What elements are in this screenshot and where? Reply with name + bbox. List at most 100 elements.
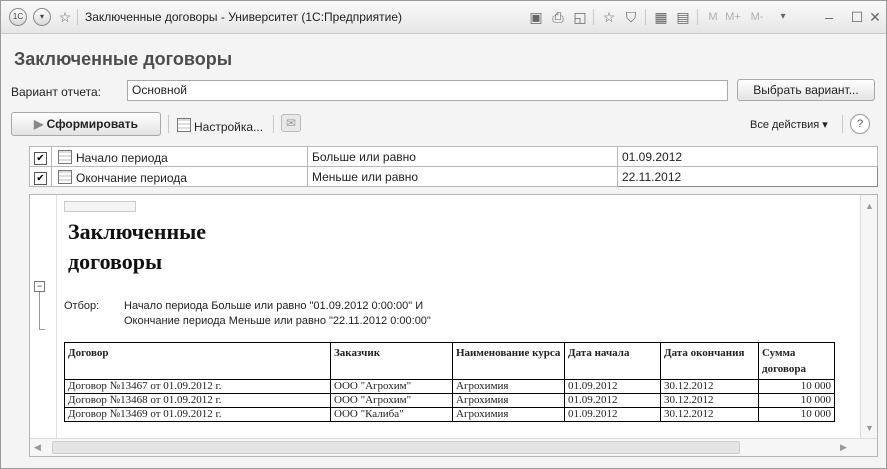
report-document[interactable]: − Заключенные договоры Отбор: Начало пер… (29, 194, 878, 457)
report-header-cell (64, 201, 136, 212)
cell-contract[interactable]: Договор №13469 от 01.09.2012 г. (64, 407, 331, 422)
calendar-icon[interactable]: ▤ (673, 7, 693, 27)
divider (645, 9, 646, 25)
scroll-right-icon[interactable]: ▶ (840, 442, 847, 453)
divider (842, 115, 843, 133)
divider (168, 115, 169, 133)
generate-label: Сформировать (46, 117, 138, 131)
cell-contract[interactable]: Договор №13468 от 01.09.2012 г. (64, 393, 331, 408)
app-logo-icon[interactable]: 1С (9, 8, 27, 26)
filter-field-icon (58, 170, 72, 184)
filter-row[interactable]: ✔ Окончание периода Меньше или равно 22.… (29, 166, 878, 187)
filter-name-cell: Окончание периода (51, 166, 308, 187)
variant-label: Вариант отчета: (11, 85, 101, 99)
divider (273, 115, 274, 133)
cell-end-date[interactable]: 30.12.2012 (660, 379, 759, 394)
divider (593, 9, 594, 25)
report-filter-line: Окончание периода Меньше или равно "22.1… (124, 315, 431, 327)
contracts-table: Договор Заказчик Наименование курса Дата… (64, 342, 835, 422)
scroll-down-icon[interactable]: ▼ (865, 423, 874, 433)
title-bar: 1С ▾ ☆ Заключенные договоры - Университе… (1, 1, 886, 34)
table-header-row: Договор Заказчик Наименование курса Дата… (64, 342, 835, 380)
window-title: Заключенные договоры - Университет (1С:П… (85, 10, 402, 24)
variant-field[interactable]: Основной (127, 80, 728, 101)
close-button[interactable]: ✕ (865, 7, 885, 27)
memory-m-button[interactable]: M (703, 7, 723, 27)
save-icon[interactable]: ▣ (526, 7, 546, 27)
column-header: Сумма договора (758, 342, 835, 380)
filter-checkbox[interactable]: ✔ (34, 152, 47, 165)
cell-course[interactable]: Агрохимия (452, 393, 565, 408)
report-title-line: договоры (68, 249, 163, 274)
cell-customer[interactable]: ООО "Агрохим" (330, 379, 453, 394)
menu-arrow-icon[interactable]: ▾ (33, 8, 51, 26)
horizontal-scrollbar[interactable]: ◀ ▶ (30, 438, 877, 456)
settings-button[interactable]: Настройка... (177, 117, 263, 134)
settings-icon (177, 118, 191, 132)
cell-start-date[interactable]: 01.09.2012 (564, 379, 661, 394)
filter-name-cell: Начало периода (51, 146, 308, 167)
divider (697, 9, 698, 25)
cell-start-date[interactable]: 01.09.2012 (564, 393, 661, 408)
column-header: Наименование курса (452, 342, 565, 380)
vertical-scrollbar[interactable]: ▲ ▼ (860, 195, 877, 440)
filter-name: Окончание периода (76, 171, 187, 185)
print-icon[interactable]: ⎙ (548, 7, 568, 27)
cell-amount[interactable]: 10 000 (758, 407, 835, 422)
grouping-gutter: − (30, 195, 57, 456)
cell-amount[interactable]: 10 000 (758, 393, 835, 408)
filter-condition[interactable]: Меньше или равно (307, 166, 618, 187)
filter-field-icon (58, 150, 72, 164)
filter-checkbox[interactable]: ✔ (34, 172, 47, 185)
cell-start-date[interactable]: 01.09.2012 (564, 407, 661, 422)
star-icon[interactable]: ☆ (55, 7, 75, 27)
favorite-icon[interactable]: ☆ (599, 7, 619, 27)
preview-icon[interactable]: ◱ (570, 7, 590, 27)
play-icon: ▶ (34, 117, 47, 131)
filter-checkbox-cell[interactable]: ✔ (29, 146, 52, 167)
cell-contract[interactable]: Договор №13467 от 01.09.2012 г. (64, 379, 331, 394)
table-row[interactable]: Договор №13468 от 01.09.2012 г. ООО "Агр… (64, 393, 835, 408)
scroll-up-icon[interactable]: ▲ (865, 201, 874, 211)
maximize-button[interactable]: ☐ (847, 7, 867, 27)
dropdown-icon[interactable]: ▾ (773, 7, 793, 27)
report-title-line: Заключенные (68, 219, 207, 244)
report-filter-line: Начало периода Больше или равно "01.09.2… (124, 300, 424, 312)
filter-value[interactable]: 22.11.2012 (617, 166, 878, 187)
filter-row[interactable]: ✔ Начало периода Больше или равно 01.09.… (29, 146, 878, 167)
cell-course[interactable]: Агрохимия (452, 379, 565, 394)
generate-button[interactable]: ▶ Сформировать (11, 112, 161, 136)
mail-icon[interactable]: ✉ (281, 114, 301, 132)
filter-condition[interactable]: Больше или равно (307, 146, 618, 167)
memory-minus-button[interactable]: M- (747, 7, 767, 27)
cell-customer[interactable]: ООО "Агрохим" (330, 393, 453, 408)
filter-checkbox-cell[interactable]: ✔ (29, 166, 52, 187)
calculator-icon[interactable]: ▦ (651, 7, 671, 27)
column-header: Заказчик (330, 342, 453, 380)
memory-plus-button[interactable]: M+ (723, 7, 743, 27)
collapse-group-icon[interactable]: − (34, 281, 45, 292)
column-header: Дата начала (564, 342, 661, 380)
choose-variant-button[interactable]: Выбрать вариант... (737, 79, 875, 101)
group-line (39, 329, 45, 330)
column-header: Договор (64, 342, 331, 380)
report-filter-label: Отбор: (64, 300, 100, 312)
settings-label: Настройка... (194, 120, 264, 134)
cell-end-date[interactable]: 30.12.2012 (660, 407, 759, 422)
table-row[interactable]: Договор №13469 от 01.09.2012 г. ООО "Кал… (64, 407, 835, 422)
filter-value[interactable]: 01.09.2012 (617, 146, 878, 167)
column-header: Дата окончания (660, 342, 759, 380)
cell-amount[interactable]: 10 000 (758, 379, 835, 394)
bookmark-icon[interactable]: ⛉ (621, 7, 641, 27)
cell-end-date[interactable]: 30.12.2012 (660, 393, 759, 408)
table-row[interactable]: Договор №13467 от 01.09.2012 г. ООО "Агр… (64, 379, 835, 394)
cell-course[interactable]: Агрохимия (452, 407, 565, 422)
scroll-thumb[interactable] (52, 441, 740, 454)
help-button[interactable]: ? (850, 114, 870, 134)
scroll-left-icon[interactable]: ◀ (34, 442, 41, 453)
filters-table: ✔ Начало периода Больше или равно 01.09.… (29, 146, 878, 187)
all-actions-menu[interactable]: Все действия ▾ (750, 118, 828, 131)
minimize-button[interactable]: – (819, 7, 839, 27)
filter-name: Начало периода (76, 151, 168, 165)
cell-customer[interactable]: ООО "Калиба" (330, 407, 453, 422)
